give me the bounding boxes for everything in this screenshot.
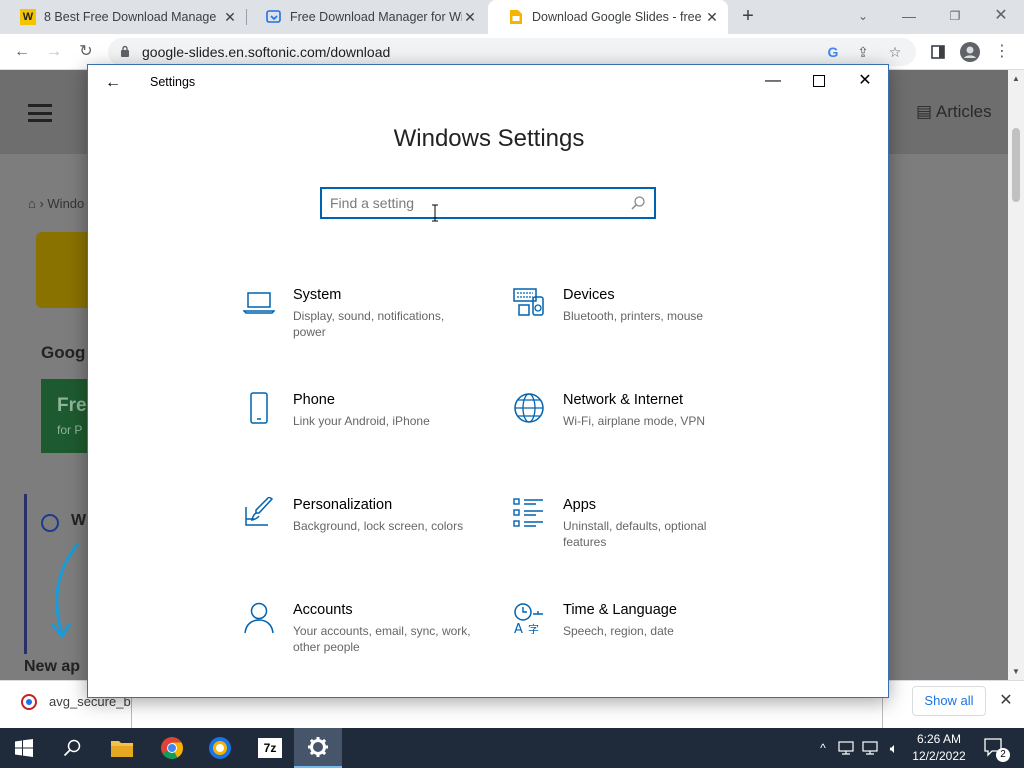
time-language-icon: A字 xyxy=(514,603,543,634)
devices-icon xyxy=(513,288,544,316)
arrow-annotation-icon xyxy=(50,543,80,639)
tab-title: Download Google Slides - free - xyxy=(532,10,704,24)
tab-best-download-managers[interactable]: W 8 Best Free Download Managers ✕ xyxy=(0,0,246,34)
category-personalization[interactable]: Personalization Background, lock screen,… xyxy=(243,497,483,561)
clock-time: 6:26 AM xyxy=(916,732,962,746)
avg-browser-taskbar-button[interactable] xyxy=(196,728,244,768)
search-input[interactable] xyxy=(330,192,620,214)
section-heading: New ap xyxy=(24,658,81,675)
underlying-dialog xyxy=(131,697,883,729)
sevenzip-icon: 7z xyxy=(258,738,282,758)
start-button[interactable] xyxy=(0,728,48,768)
minimize-window-button[interactable]: — xyxy=(750,65,796,97)
scroll-up-icon[interactable]: ▲ xyxy=(1012,74,1020,83)
url-text: google-slides.en.softonic.com/download xyxy=(142,44,391,60)
settings-search-box[interactable] xyxy=(320,187,656,219)
laptop-icon xyxy=(243,292,275,314)
info-icon xyxy=(41,514,59,532)
gear-icon xyxy=(308,737,328,757)
paintbrush-icon xyxy=(245,497,274,526)
windows-logo-icon xyxy=(15,739,33,757)
back-arrow-icon[interactable]: ← xyxy=(102,73,124,93)
category-devices[interactable]: Devices Bluetooth, printers, mouse xyxy=(513,287,753,351)
scroll-down-icon[interactable]: ▼ xyxy=(1012,667,1020,676)
folder-icon xyxy=(111,741,133,757)
new-tab-button[interactable]: + xyxy=(736,5,760,29)
chrome-icon xyxy=(161,737,183,759)
hamburger-menu-icon[interactable] xyxy=(28,104,52,122)
minimize-browser-button[interactable]: — xyxy=(886,0,932,34)
tab-free-download-manager[interactable]: Free Download Manager for Win ✕ xyxy=(246,0,486,34)
site-favicon-icon: W xyxy=(20,9,36,25)
download-file-icon xyxy=(21,694,37,710)
settings-window: ← Settings — ✕ Windows Settings System D… xyxy=(87,64,889,698)
browser-tab-strip: W 8 Best Free Download Managers ✕ Free D… xyxy=(0,0,1024,34)
category-system[interactable]: System Display, sound, notifications, po… xyxy=(243,287,483,351)
category-network-internet[interactable]: Network & Internet Wi-Fi, airplane mode,… xyxy=(513,392,753,456)
articles-link[interactable]: ▤ Articles xyxy=(916,102,992,122)
apps-list-icon xyxy=(513,498,543,527)
maximize-window-button[interactable] xyxy=(796,65,842,97)
share-icon[interactable]: ⇪ xyxy=(854,43,872,61)
page-title: Windows Settings xyxy=(393,125,585,152)
window-title: Settings xyxy=(150,75,196,89)
text-cursor-icon xyxy=(432,204,438,222)
settings-taskbar-button[interactable] xyxy=(294,728,342,768)
page-scrollbar[interactable]: ▲ ▼ xyxy=(1008,70,1024,680)
show-hidden-icons-button[interactable]: ^ xyxy=(814,728,832,768)
chrome-taskbar-button[interactable] xyxy=(148,728,196,768)
close-tab-icon[interactable]: ✕ xyxy=(462,9,478,25)
close-window-button[interactable]: ✕ xyxy=(842,65,888,97)
svg-text:A: A xyxy=(514,622,523,634)
google-icon[interactable]: G xyxy=(824,43,842,61)
category-time-language[interactable]: A字 Time & Language Speech, region, date xyxy=(513,602,753,666)
restore-browser-button[interactable]: ❐ xyxy=(932,0,978,34)
speaker-icon[interactable]: 🔈︎ xyxy=(884,728,904,768)
close-shelf-icon[interactable]: ✕ xyxy=(996,691,1016,711)
profile-avatar-icon[interactable] xyxy=(958,40,982,64)
category-apps[interactable]: Apps Uninstall, defaults, optional featu… xyxy=(513,497,753,561)
close-browser-button[interactable]: ✕ xyxy=(978,0,1024,34)
phone-icon xyxy=(250,392,268,424)
lock-icon xyxy=(121,45,129,57)
close-tab-icon[interactable]: ✕ xyxy=(222,9,238,25)
search-button[interactable] xyxy=(48,728,96,768)
scrollbar-thumb[interactable] xyxy=(1012,128,1020,202)
page-title: Goog xyxy=(41,343,86,362)
tab-google-slides[interactable]: Download Google Slides - free - ✕ xyxy=(488,0,728,34)
show-all-button[interactable]: Show all xyxy=(912,686,986,716)
search-icon xyxy=(631,196,645,210)
action-center-button[interactable]: 2 xyxy=(980,728,1010,768)
side-panel-icon[interactable] xyxy=(926,40,950,64)
close-tab-icon[interactable]: ✕ xyxy=(704,9,720,25)
svg-text:字: 字 xyxy=(528,622,539,634)
file-explorer-button[interactable] xyxy=(98,728,146,768)
tab-search-icon[interactable]: ⌄ xyxy=(840,0,886,34)
search-icon xyxy=(63,739,81,757)
category-phone[interactable]: Phone Link your Android, iPhone xyxy=(243,392,483,456)
breadcrumb: ⌂ › Windo xyxy=(28,196,85,211)
google-slides-favicon-icon xyxy=(508,9,524,25)
windows-taskbar: 7z ^ 🔈︎ 6:26 AM 12/2/2022 2 xyxy=(0,728,1024,768)
bookmark-star-icon[interactable]: ☆ xyxy=(886,43,904,61)
globe-icon xyxy=(514,393,544,423)
person-icon xyxy=(244,602,274,634)
reload-icon[interactable]: ↻ xyxy=(74,40,98,64)
address-bar[interactable]: google-slides.en.softonic.com/download G… xyxy=(108,38,916,66)
forward-arrow-icon[interactable]: → xyxy=(42,40,66,64)
browser-menu-icon[interactable]: ⋮ xyxy=(990,40,1014,64)
category-accounts[interactable]: Accounts Your accounts, email, sync, wor… xyxy=(243,602,483,666)
tab-title: 8 Best Free Download Managers xyxy=(44,10,216,24)
system-clock[interactable]: 6:26 AM 12/2/2022 xyxy=(908,731,970,765)
tab-title: Free Download Manager for Win xyxy=(290,10,462,24)
sevenzip-taskbar-button[interactable]: 7z xyxy=(246,728,294,768)
network-status-icon[interactable] xyxy=(860,728,880,768)
site-favicon-icon xyxy=(266,9,282,25)
notification-count-badge: 2 xyxy=(996,748,1010,762)
back-arrow-icon[interactable]: ← xyxy=(10,40,34,64)
network-drive-icon[interactable] xyxy=(836,728,856,768)
avg-browser-icon xyxy=(209,737,231,759)
clock-date: 12/2/2022 xyxy=(912,749,966,763)
